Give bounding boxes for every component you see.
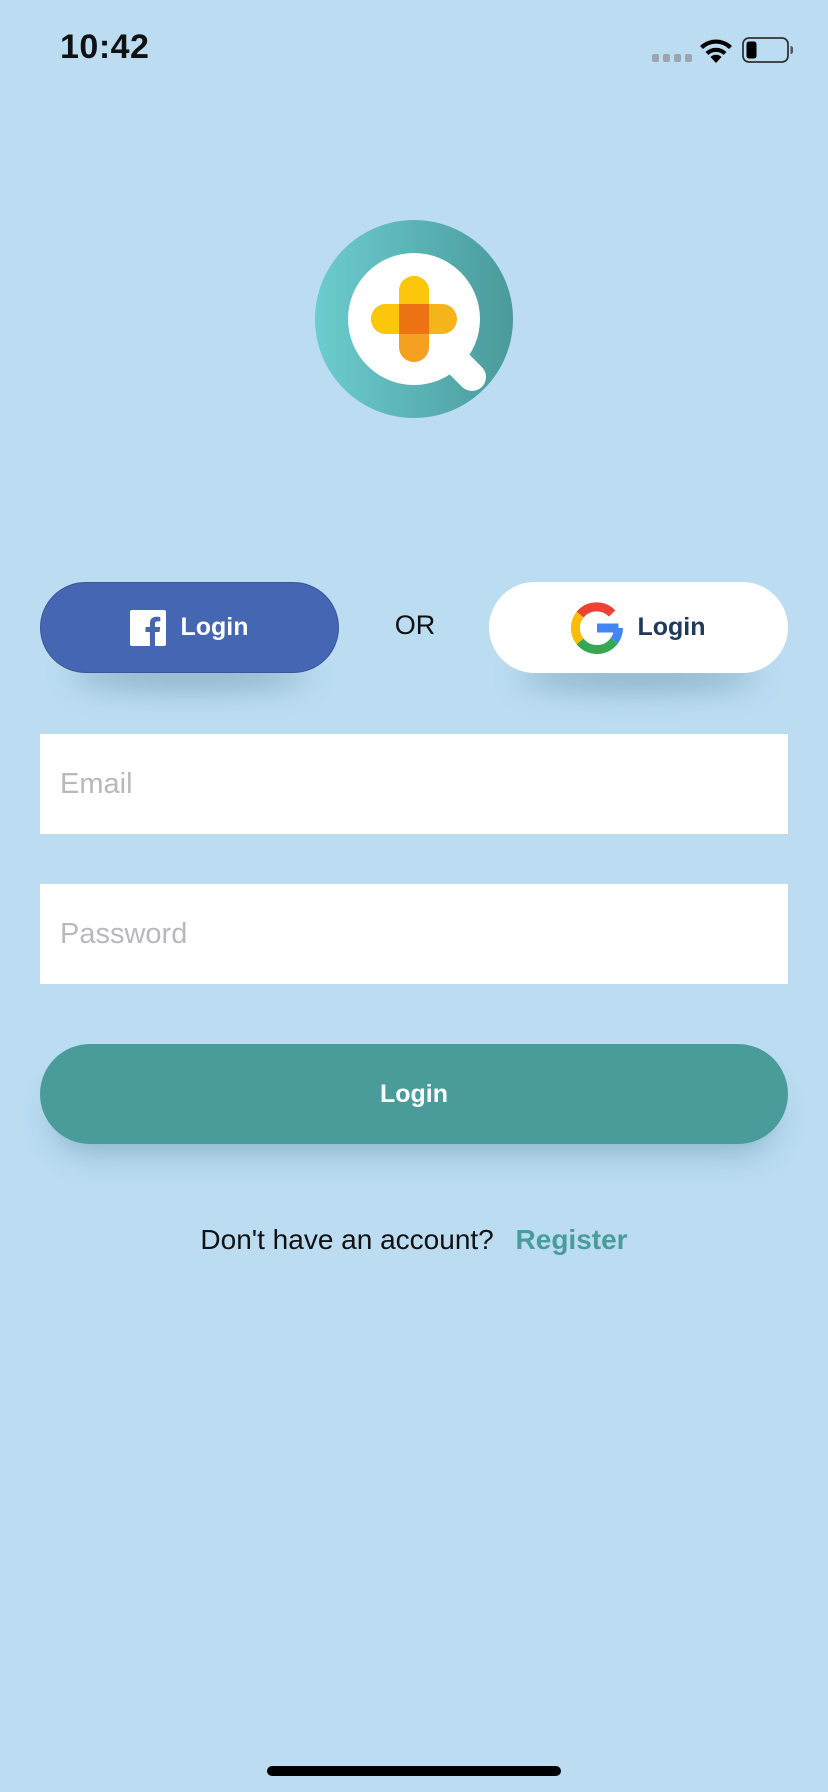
status-bar: 10:42 — [0, 0, 828, 100]
facebook-icon — [130, 609, 167, 646]
email-field[interactable] — [40, 734, 788, 834]
wifi-icon — [700, 39, 732, 63]
facebook-login-button[interactable]: Login — [40, 582, 339, 673]
password-field[interactable] — [40, 884, 788, 984]
status-time: 10:42 — [60, 28, 150, 66]
facebook-login-label: Login — [180, 613, 249, 641]
or-separator: OR — [394, 610, 436, 640]
google-login-content: Login — [489, 582, 788, 673]
home-indicator[interactable] — [267, 1766, 561, 1776]
login-button[interactable]: Login — [40, 1044, 788, 1144]
google-login-button[interactable]: Login — [489, 582, 788, 673]
register-link[interactable]: Register — [516, 1224, 628, 1255]
register-prompt: Don't have an account? — [200, 1224, 494, 1255]
app-logo — [315, 220, 513, 418]
login-button-label: Login — [379, 1079, 449, 1108]
google-icon — [571, 601, 624, 654]
battery-icon — [742, 37, 793, 63]
google-login-label: Login — [637, 613, 706, 641]
facebook-login-content: Login — [41, 583, 338, 672]
cellular-signal-icon — [652, 54, 692, 62]
register-row: Don't have an account? Register — [0, 1224, 828, 1256]
